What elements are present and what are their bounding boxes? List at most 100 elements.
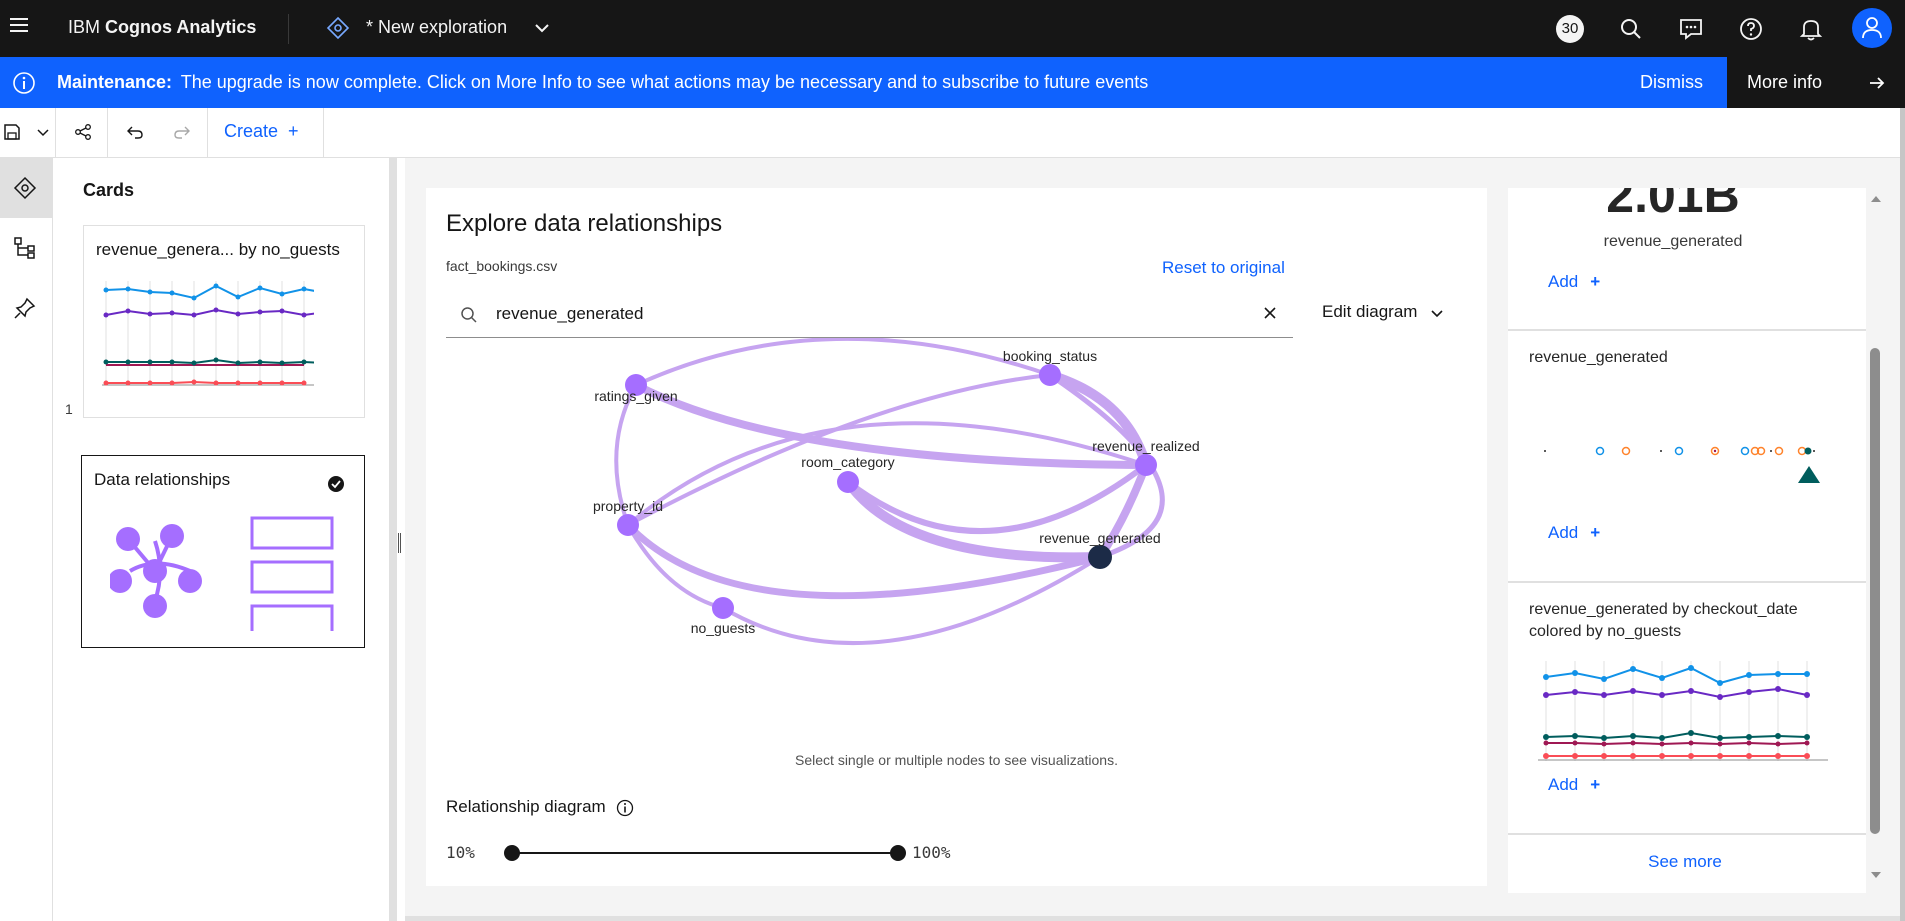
checkmark-icon <box>328 476 344 492</box>
node-label-room-category: room_category <box>801 454 894 470</box>
notification-icon[interactable] <box>1798 16 1824 42</box>
menu-icon[interactable] <box>10 18 28 36</box>
slider-high-handle[interactable] <box>890 845 906 861</box>
pin-icon <box>14 297 36 319</box>
edge-booking-property[interactable] <box>626 373 1052 527</box>
cards-title: Cards <box>83 180 135 200</box>
search-icon[interactable] <box>1618 16 1644 42</box>
node-revenue-realized[interactable] <box>1135 454 1157 476</box>
node-label-property-id: property_id <box>593 498 663 514</box>
card-data-relationships[interactable]: Data relationships <box>81 455 365 648</box>
scroll-up-icon[interactable] <box>1870 194 1882 204</box>
edge-room-revenue-generated[interactable] <box>843 477 1105 563</box>
chevron-down-icon <box>1431 309 1444 317</box>
dismiss-button[interactable]: Dismiss <box>1640 72 1703 93</box>
rail-item-pin[interactable] <box>0 278 52 338</box>
exploration-title[interactable]: * New exploration <box>366 17 507 38</box>
info-icon <box>13 72 35 94</box>
share-button[interactable] <box>56 108 108 158</box>
arrow-right-icon <box>1870 77 1885 89</box>
relationship-slider-track[interactable] <box>512 852 898 854</box>
dot-plot <box>1544 446 1820 483</box>
info-icon[interactable] <box>616 799 634 817</box>
card-title: revenue_generated <box>1529 349 1668 366</box>
cards-panel: Cards 1 revenue_genera... by no_guests D… <box>53 158 397 921</box>
panel-resize-handle[interactable] <box>398 533 401 553</box>
edit-diagram-dropdown[interactable]: Edit diagram <box>1322 302 1445 322</box>
add-button[interactable]: Add + <box>1548 272 1600 292</box>
page-title: Explore data relationships <box>446 210 723 237</box>
kpi-label: revenue_generated <box>1603 233 1743 250</box>
line-chart <box>1538 661 1828 761</box>
undo-icon <box>127 126 143 139</box>
line-chart-card[interactable]: revenue_generated by checkout_date color… <box>1508 583 1866 835</box>
main-area: Explore data relationships fact_bookings… <box>405 158 1900 921</box>
search-value: revenue_generated <box>496 304 644 323</box>
save-icon <box>4 124 20 140</box>
bottom-divider <box>405 916 1900 921</box>
relationship-diagram-title: Relationship diagram <box>446 797 634 817</box>
save-menu-button[interactable] <box>0 108 56 158</box>
node-property-id[interactable] <box>617 514 639 536</box>
help-icon[interactable] <box>1738 16 1764 42</box>
node-label-revenue-realized: revenue_realized <box>1092 438 1199 454</box>
node-label-no-guests: no_guests <box>691 620 756 636</box>
undo-button[interactable] <box>108 108 158 158</box>
chat-icon[interactable] <box>1678 16 1704 42</box>
product-name: IBM Cognos Analytics <box>68 17 257 37</box>
relationship-diagram: booking_status ratings_given revenue_rea… <box>593 338 1200 646</box>
node-booking-status[interactable] <box>1039 364 1061 386</box>
card-number: 1 <box>65 401 73 417</box>
diagram-hint: Select single or multiple nodes to see v… <box>795 752 1118 768</box>
rail-item-data-tree[interactable] <box>0 218 52 278</box>
chevron-down-icon[interactable] <box>532 18 552 38</box>
card-title: revenue_generated by checkout_date color… <box>1529 601 1798 640</box>
notification-count-badge[interactable]: 30 <box>1556 15 1584 43</box>
data-source-name: fact_bookings.csv <box>446 258 558 274</box>
divider <box>288 14 289 44</box>
top-bar: IBM Cognos Analytics * New exploration 3… <box>0 0 1905 57</box>
edge-ratings-booking[interactable] <box>634 338 1052 387</box>
redo-icon <box>174 126 190 139</box>
node-revenue-generated[interactable] <box>1088 545 1112 569</box>
line-chart-thumbnail <box>102 281 314 386</box>
create-label[interactable]: Create + <box>224 121 299 142</box>
scrollbar[interactable] <box>1866 188 1886 893</box>
add-button[interactable]: Add + <box>1548 523 1600 543</box>
kpi-card[interactable]: 2.01B revenue_generated Add + <box>1508 188 1866 331</box>
more-info-button[interactable]: More info <box>1727 57 1905 108</box>
card-title: revenue_genera... by no_guests <box>96 240 340 259</box>
window-edge <box>1900 108 1905 921</box>
visualization-panel: 2.01B revenue_generated Add + revenue_gen… <box>1508 188 1866 893</box>
banner-message: Maintenance: The upgrade is now complete… <box>57 72 1149 92</box>
left-rail <box>0 158 53 921</box>
user-avatar-icon[interactable] <box>1852 8 1892 48</box>
scroll-down-icon[interactable] <box>1870 870 1882 880</box>
see-more-link[interactable]: See more <box>1508 852 1862 872</box>
relationship-thumbnail-icon <box>110 516 334 631</box>
rail-item-exploration[interactable] <box>0 158 52 218</box>
distribution-card[interactable]: revenue_generated Add + <box>1508 331 1866 583</box>
kpi-value: 2.01B <box>1606 188 1740 223</box>
redo-button[interactable] <box>158 108 208 158</box>
scrollbar-thumb[interactable] <box>1870 348 1880 834</box>
node-room-category[interactable] <box>837 471 859 493</box>
slider-min-label: 10% <box>446 843 475 862</box>
node-label-revenue-generated: revenue_generated <box>1039 530 1160 546</box>
toolbar: Create + <box>0 108 1905 158</box>
node-no-guests[interactable] <box>712 597 734 619</box>
node-label-ratings-given: ratings_given <box>594 388 677 404</box>
card-title: Data relationships <box>94 470 231 489</box>
search-input[interactable]: revenue_generated <box>446 290 1293 338</box>
close-icon[interactable] <box>1262 305 1278 321</box>
card-revenue-by-no-guests[interactable]: revenue_genera... by no_guests <box>83 225 365 418</box>
add-button[interactable]: Add + <box>1548 775 1600 795</box>
reset-to-original-link[interactable]: Reset to original <box>1162 258 1285 278</box>
exploration-icon <box>13 176 37 200</box>
node-label-booking-status: booking_status <box>1003 348 1097 364</box>
slider-low-handle[interactable] <box>504 845 520 861</box>
share-icon <box>75 124 91 140</box>
explore-canvas: Explore data relationships fact_bookings… <box>426 188 1487 886</box>
maintenance-banner: Maintenance: The upgrade is now complete… <box>0 57 1905 108</box>
data-tree-icon <box>14 237 35 259</box>
